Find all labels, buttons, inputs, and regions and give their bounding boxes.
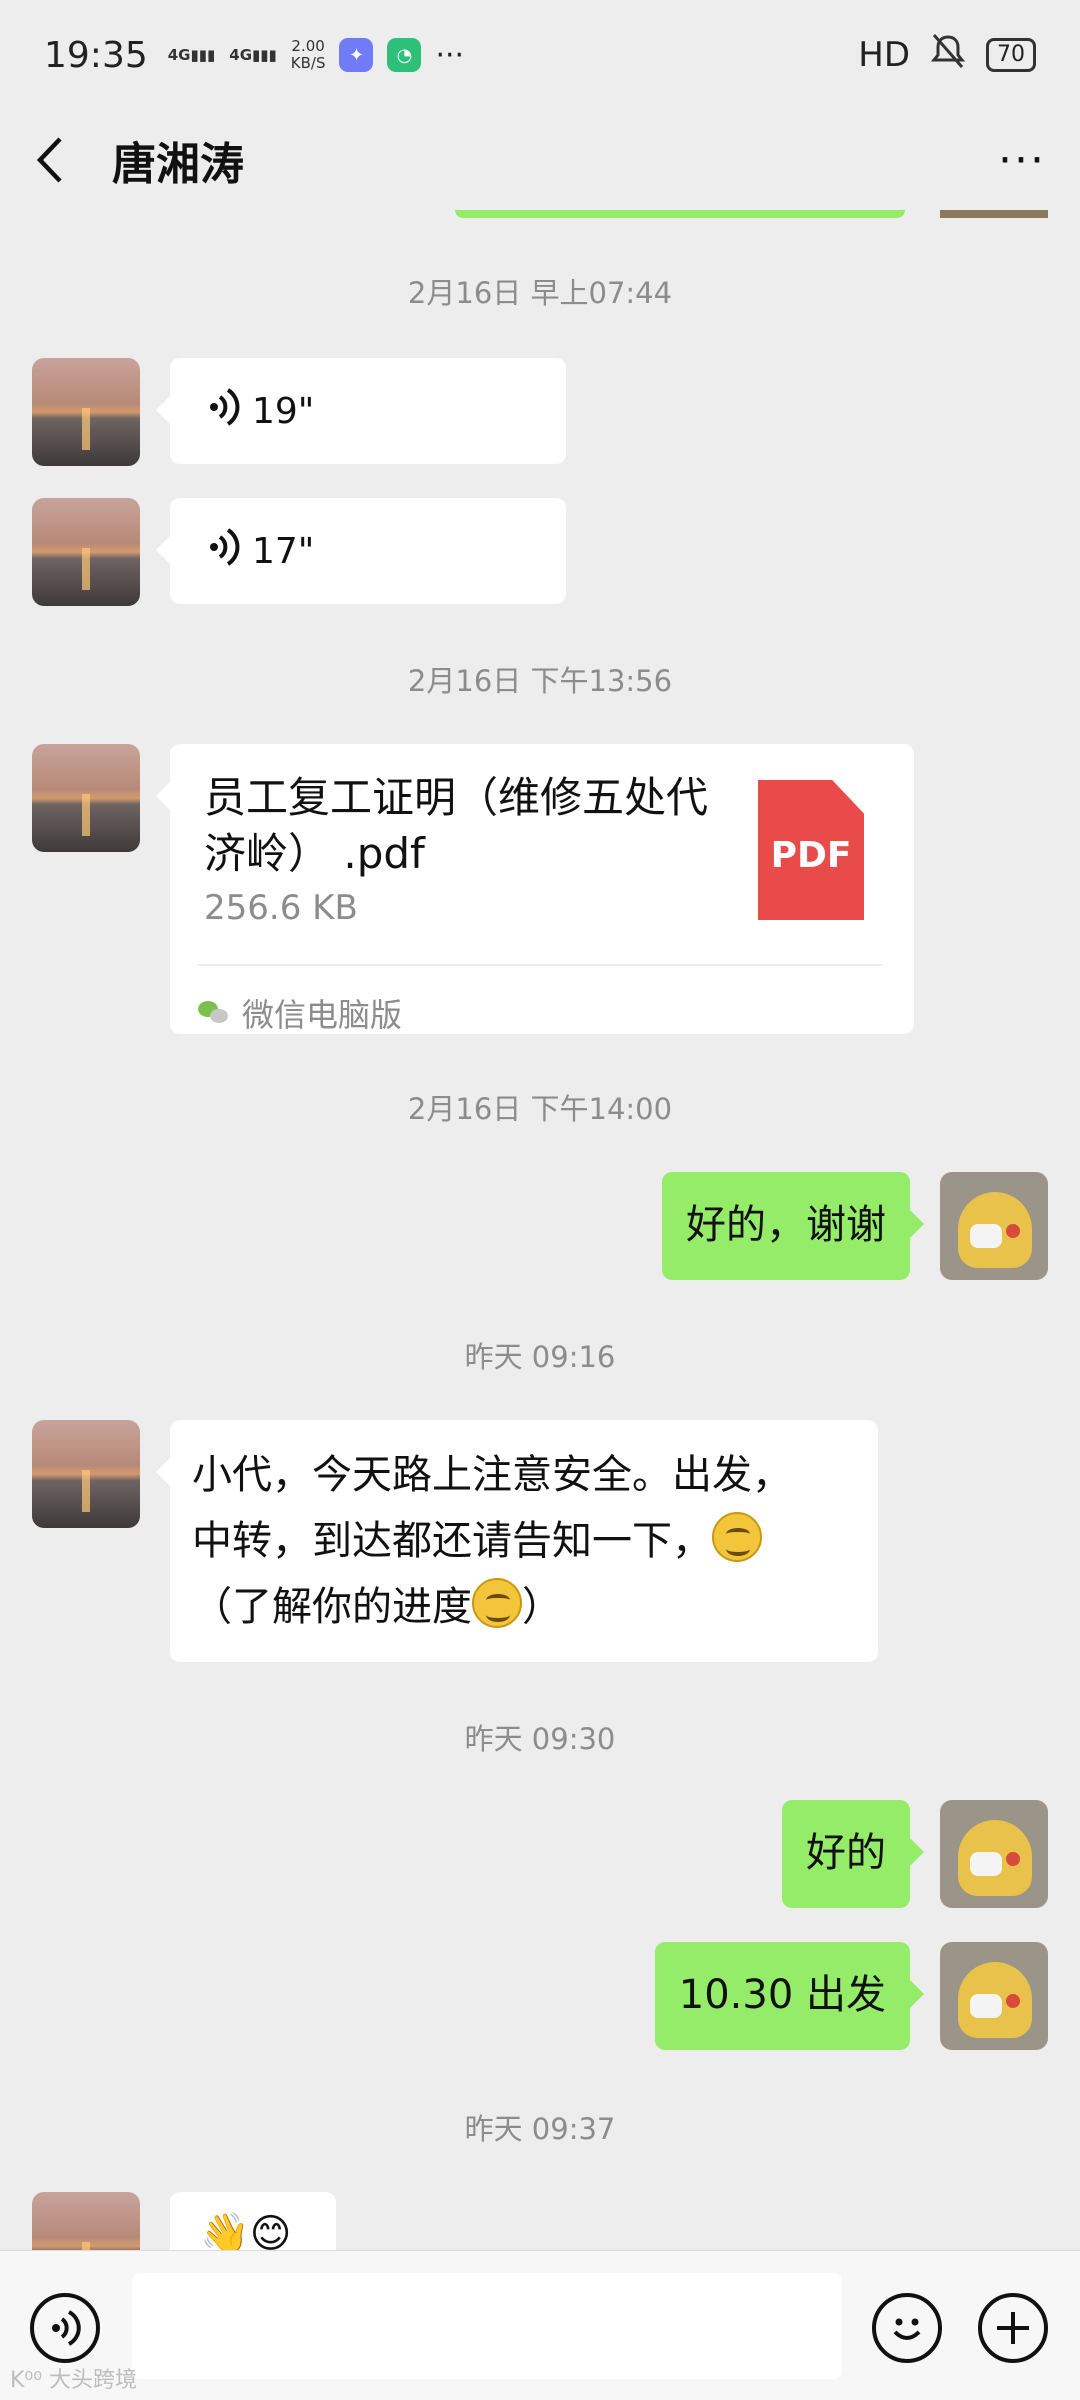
avatar[interactable]: [32, 498, 140, 606]
signal-icon: 4G▮▮▮: [167, 46, 216, 64]
input-bar: [0, 2250, 1080, 2400]
voice-duration: 19": [252, 390, 315, 432]
plus-icon[interactable]: [978, 2293, 1048, 2363]
timestamp: 昨天 09:30: [464, 1722, 616, 1756]
chat-title: 唐湘涛: [112, 139, 244, 190]
file-name: 员工复工证明（维修五处代济岭） .pdf: [204, 773, 709, 878]
timestamp: 2月16日 下午14:00: [407, 1092, 673, 1126]
file-source-label: 微信电脑版: [242, 996, 403, 1034]
mute-icon: [928, 31, 968, 80]
app-icon: ◔: [387, 38, 422, 72]
hd-label: HD: [858, 35, 910, 75]
signal-icon: 4G▮▮▮: [229, 46, 277, 64]
emoji-icon[interactable]: [872, 2293, 942, 2363]
message-bubble[interactable]: 好的: [782, 1800, 924, 1908]
voice-duration: 17": [252, 530, 315, 572]
avatar[interactable]: [32, 358, 140, 466]
message-text-line: 中转，到达都还请告知一下，: [192, 1508, 856, 1574]
chat-header: 唐湘涛 ···: [0, 110, 1080, 210]
battery-icon: 70: [986, 38, 1036, 72]
pdf-label: PDF: [770, 834, 852, 876]
avatar[interactable]: [940, 1172, 1048, 1280]
app-icon: ✦: [339, 38, 374, 72]
status-time: 19:35: [44, 34, 148, 76]
smile-emoji-icon: [712, 1512, 762, 1562]
net-speed-value: 2.00: [291, 37, 325, 55]
voice-wave-icon: [208, 527, 242, 576]
message-text: 中转，到达都还请告知一下，: [192, 1518, 712, 1564]
message-text: 👋😊: [200, 2211, 292, 2250]
message-list[interactable]: 2月16日 早上07:44 19" 17" 2月16日 下午13:56 员工复工…: [0, 210, 1080, 2250]
avatar[interactable]: [32, 1420, 140, 1528]
message-text: ）: [522, 1584, 562, 1630]
chevron-left-icon[interactable]: [34, 135, 74, 185]
file-message[interactable]: 员工复工证明（维修五处代济岭） .pdf 256.6 KB PDF 微信电脑版: [156, 744, 914, 1036]
net-speed-unit: KB/S: [290, 54, 326, 72]
timestamp: 昨天 09:37: [464, 2112, 616, 2146]
signal-label: 4G: [229, 46, 253, 64]
message-bubble[interactable]: 👋😊: [170, 2192, 336, 2250]
more-options-icon[interactable]: ···: [998, 135, 1046, 186]
divider: [198, 964, 882, 966]
message-bubble[interactable]: 小代，今天路上注意安全。出发， 中转，到达都还请告知一下， （了解你的进度 ）: [156, 1420, 878, 1662]
avatar[interactable]: [32, 744, 140, 852]
voice-message[interactable]: 17": [156, 498, 566, 604]
message-bubble[interactable]: 好的，谢谢: [662, 1172, 924, 1280]
signal-label: 4G: [167, 46, 191, 64]
partial-bubble-top: [455, 210, 905, 218]
avatar[interactable]: [32, 2192, 140, 2250]
thinking-emoji-icon: [472, 1578, 522, 1628]
status-more: ···: [435, 37, 465, 73]
message-input[interactable]: [132, 2273, 842, 2379]
voice-wave-icon: [208, 387, 242, 436]
voice-icon[interactable]: [30, 2293, 100, 2363]
timestamp: 昨天 09:16: [464, 1340, 616, 1374]
avatar: [940, 210, 1048, 218]
voice-message[interactable]: 19": [156, 358, 566, 464]
avatar[interactable]: [940, 1800, 1048, 1908]
timestamp: 2月16日 早上07:44: [407, 276, 673, 310]
message-text-line: 小代，今天路上注意安全。出发，: [192, 1452, 792, 1498]
net-speed: 2.00 KB/S: [291, 38, 326, 72]
timestamp: 2月16日 下午13:56: [407, 664, 673, 698]
message-text: 好的，谢谢: [686, 1202, 886, 1248]
file-source: 微信电脑版: [198, 990, 402, 1036]
watermark: K⁰⁰ 大头跨境: [10, 2368, 138, 2393]
message-bubble[interactable]: 10.30 出发: [654, 1942, 925, 2050]
message-text-line: （了解你的进度 ）: [192, 1574, 856, 1640]
status-bar: 19:35 4G▮▮▮ 4G▮▮▮ 2.00 KB/S ✦ ◔ ··· HD 7…: [0, 0, 1080, 110]
pdf-file-icon: PDF: [758, 780, 864, 920]
message-text: 好的: [806, 1830, 886, 1876]
message-text: （了解你的进度: [192, 1584, 472, 1630]
avatar[interactable]: [940, 1942, 1048, 2050]
message-text: 10.30 出发: [678, 1972, 886, 2018]
wechat-icon: [198, 1001, 230, 1025]
